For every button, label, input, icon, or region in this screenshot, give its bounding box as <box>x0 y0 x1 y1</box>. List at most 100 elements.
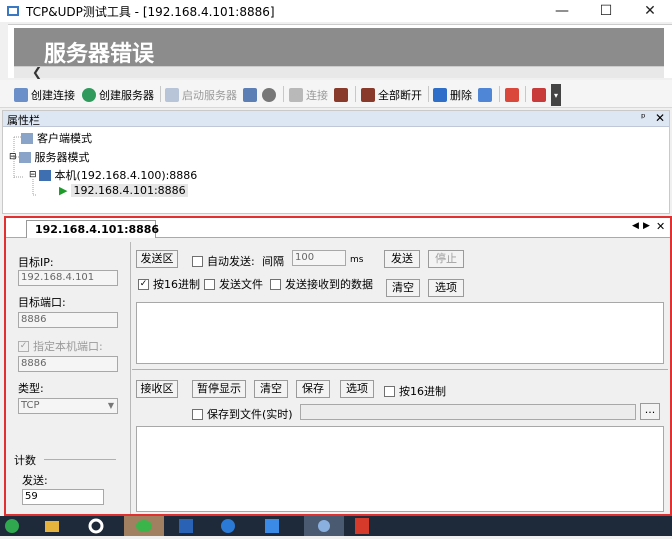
tree-item-client-mode[interactable]: 客户端模式 <box>21 130 92 146</box>
receive-textarea[interactable] <box>136 426 664 512</box>
interval-label: 间隔 <box>262 255 284 268</box>
send-area-label[interactable]: 发送区 <box>136 250 178 268</box>
stop-server-button[interactable] <box>262 86 279 104</box>
folder-icon[interactable] <box>42 516 70 536</box>
settings-button[interactable] <box>478 86 495 104</box>
checkbox-icon: ✓ <box>138 278 149 290</box>
chevron-down-icon[interactable]: ▼ <box>108 399 114 413</box>
tab-next-icon[interactable]: ▶ <box>643 221 650 231</box>
title-bar: TCP&UDP测试工具 - [192.168.4.101:8886] — ☐ ✕ <box>0 0 672 22</box>
create-connection-button[interactable]: 创建连接 <box>14 86 75 104</box>
tree-item-server-mode[interactable]: ⊟ 服务器模式 <box>9 149 90 165</box>
disconnect-icon <box>334 88 348 102</box>
play-icon: ▶ <box>59 184 68 197</box>
help-button[interactable] <box>532 86 549 104</box>
type-select[interactable]: TCP ▼ <box>18 398 118 414</box>
gear-icon[interactable] <box>86 516 114 536</box>
disconnect-button[interactable] <box>334 86 351 104</box>
connect-button[interactable]: 连接 <box>289 86 328 104</box>
wechat-icon[interactable] <box>124 516 164 536</box>
delete-button[interactable]: 删除 <box>433 86 472 104</box>
maximize-button[interactable]: ☐ <box>584 0 628 22</box>
close-icon[interactable]: ✕ <box>655 111 665 125</box>
browser-icon[interactable] <box>218 516 246 536</box>
tab-close-icon[interactable]: ✕ <box>656 220 665 233</box>
word-icon[interactable] <box>262 516 290 536</box>
horizontal-scrollbar[interactable]: ❮ <box>14 65 664 79</box>
properties-panel: 属性栏 ᵖ ✕ 客户端模式 ⊟ 服务器模式 ⊟ 本机(192.168.4.100… <box>2 110 670 214</box>
users-icon <box>243 88 257 102</box>
receive-save-button[interactable]: 保存 <box>296 380 330 398</box>
disconnect-all-button[interactable]: 全部断开 <box>361 86 422 104</box>
network-icon <box>38 169 51 181</box>
receive-hex-checkbox[interactable]: 按16进制 <box>384 383 446 399</box>
send-textarea[interactable] <box>136 302 664 364</box>
target-ip-label: 目标IP: <box>18 256 54 269</box>
session-tabbar: 192.168.4.101:8886 ◀ ▶ ✕ <box>6 218 670 238</box>
computer-icon <box>21 132 33 144</box>
send-clear-button[interactable]: 清空 <box>386 279 420 297</box>
send-count-label: 发送: <box>22 474 48 487</box>
pdf-icon[interactable] <box>352 516 380 536</box>
tab-prev-icon[interactable]: ◀ <box>632 221 639 231</box>
close-button[interactable]: ✕ <box>628 0 672 22</box>
power-icon <box>505 88 519 102</box>
toolbar-overflow-button[interactable]: ▾ <box>551 84 561 106</box>
local-port-checkbox[interactable]: ✓ 指定本机端口: <box>18 338 103 354</box>
pin-icon[interactable]: ᵖ <box>641 111 646 124</box>
tcp-tool-icon[interactable] <box>304 516 344 536</box>
editor-icon[interactable] <box>176 516 204 536</box>
chevron-left-icon[interactable]: ❮ <box>32 65 42 79</box>
delete-icon <box>433 88 447 102</box>
create-server-button[interactable]: 创建服务器 <box>82 86 154 104</box>
tree-item-remote[interactable]: ▶ 192.168.4.101:8886 <box>59 184 188 197</box>
server-start-icon <box>165 88 179 102</box>
gear-icon <box>478 88 492 102</box>
pause-display-button[interactable]: 暂停显示 <box>192 380 246 398</box>
session-panel: 192.168.4.101:8886 ◀ ▶ ✕ 目标IP: 192.168.4… <box>4 216 672 516</box>
power-button[interactable] <box>505 86 522 104</box>
target-ip-field[interactable]: 192.168.4.101 <box>18 270 118 286</box>
send-count-field[interactable]: 59 <box>22 489 104 505</box>
receive-area-label[interactable]: 接收区 <box>136 380 178 398</box>
start-server-button[interactable]: 启动服务器 <box>165 86 237 104</box>
taskbar <box>0 516 672 536</box>
disconnect-all-icon <box>361 88 375 102</box>
local-port-field[interactable]: 8886 <box>18 356 118 372</box>
app-icon <box>7 6 19 16</box>
collapse-icon[interactable]: ⊟ <box>29 170 37 180</box>
save-file-path-field[interactable] <box>300 404 636 420</box>
send-hex-checkbox[interactable]: ✓ 按16进制 <box>138 276 200 292</box>
properties-title: 属性栏 <box>7 114 40 127</box>
send-button[interactable]: 发送 <box>384 250 420 268</box>
plug-icon <box>289 88 303 102</box>
target-port-label: 目标端口: <box>18 296 66 309</box>
browse-button[interactable]: ... <box>640 403 660 420</box>
collapse-icon[interactable]: ⊟ <box>9 152 17 162</box>
minimize-button[interactable]: — <box>540 0 584 22</box>
help-icon <box>532 88 546 102</box>
type-label: 类型: <box>18 382 44 395</box>
checkbox-icon: ✓ <box>18 340 29 352</box>
receive-options-button[interactable]: 选项 <box>340 380 374 398</box>
server-icon <box>18 151 31 163</box>
auto-send-checkbox[interactable]: 自动发送: <box>192 253 255 269</box>
send-file-checkbox[interactable]: 发送文件 <box>204 276 263 292</box>
receive-clear-button[interactable]: 清空 <box>254 380 288 398</box>
window-title: TCP&UDP测试工具 - [192.168.4.101:8886] <box>26 5 275 19</box>
connection-icon <box>14 88 28 102</box>
ms-label: ms <box>350 255 364 265</box>
tree-item-local[interactable]: ⊟ 本机(192.168.4.100):8886 <box>29 167 197 183</box>
start-icon[interactable] <box>2 516 30 536</box>
target-port-field[interactable]: 8886 <box>18 312 118 328</box>
send-options-button[interactable]: 选项 <box>428 279 464 297</box>
save-to-file-checkbox[interactable]: 保存到文件(实时) <box>192 406 293 422</box>
toolbar: 创建连接 创建服务器 启动服务器 连接 全部断开 删除 ▾ <box>0 80 672 108</box>
session-tab[interactable]: 192.168.4.101:8886 <box>26 220 159 238</box>
send-received-checkbox[interactable]: 发送接收到的数据 <box>270 276 373 292</box>
error-banner: 服务器错误 ❮ <box>8 24 672 79</box>
properties-header: 属性栏 ᵖ ✕ <box>3 111 669 127</box>
interval-field[interactable]: 100 <box>292 250 346 266</box>
server-users-button[interactable] <box>243 86 260 104</box>
stop-button[interactable]: 停止 <box>428 250 464 268</box>
